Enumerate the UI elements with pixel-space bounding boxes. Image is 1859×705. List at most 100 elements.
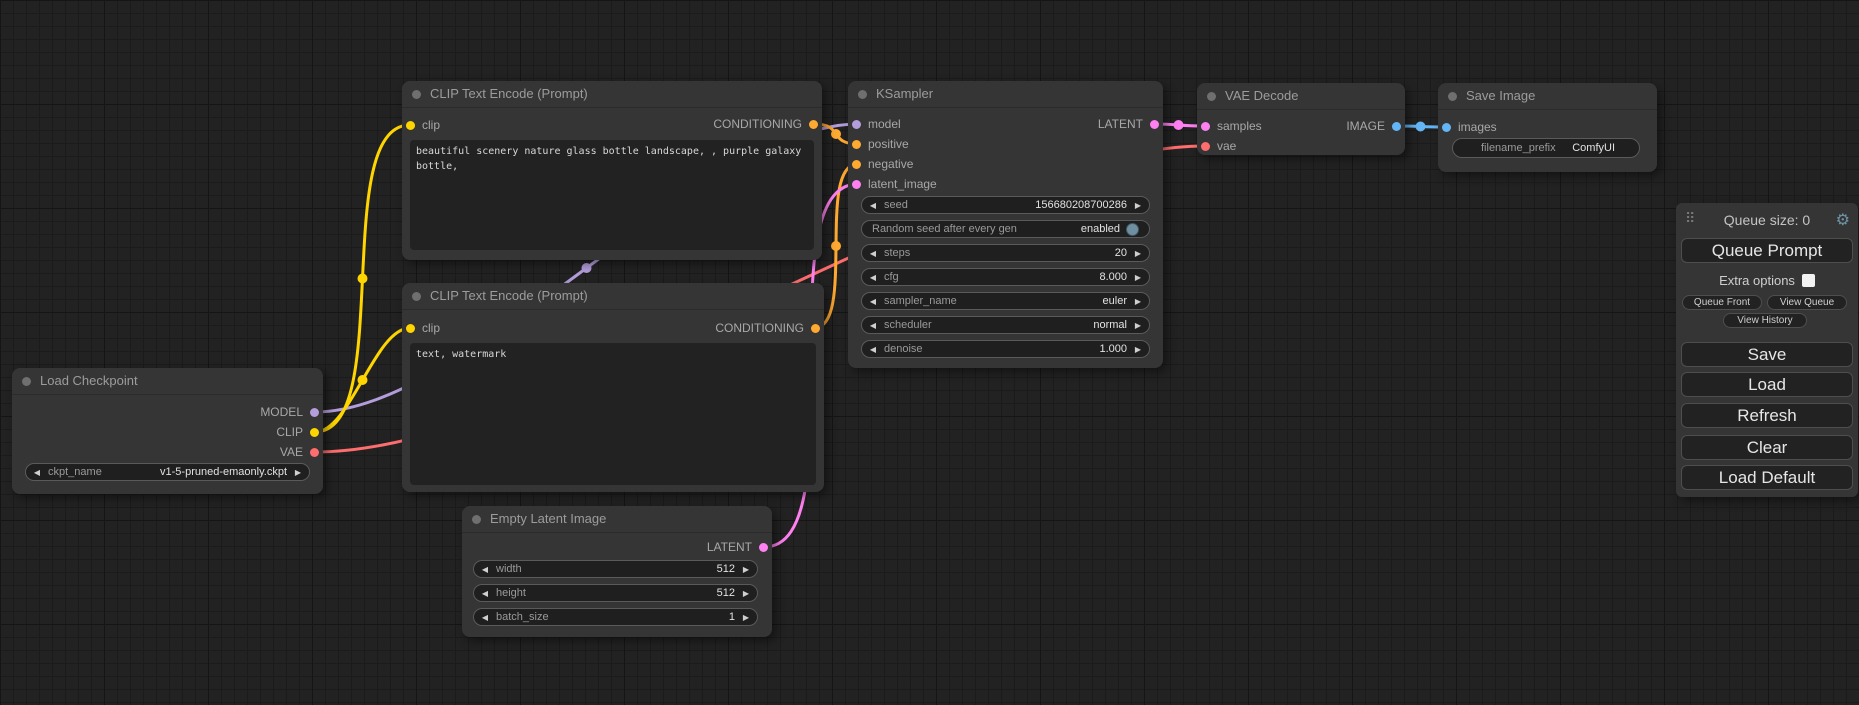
conditioning-port-icon[interactable] [852, 160, 861, 169]
input-slot-clip[interactable]: clip [402, 321, 440, 335]
sampler-name-widget[interactable]: ◀sampler_nameeuler▶ [861, 292, 1150, 310]
view-history-button[interactable]: View History [1723, 313, 1807, 328]
filename-prefix-widget[interactable]: filename_prefixComfyUI [1452, 138, 1640, 158]
queue-prompt-button[interactable]: Queue Prompt [1681, 238, 1853, 263]
input-slot-positive[interactable]: positive [848, 137, 909, 151]
increment-arrow-icon[interactable]: ▶ [1127, 273, 1149, 282]
conditioning-port-icon[interactable] [809, 120, 818, 129]
increment-arrow-icon[interactable]: ▶ [1127, 345, 1149, 354]
cfg-widget[interactable]: ◀cfg8.000▶ [861, 268, 1150, 286]
decrement-arrow-icon[interactable]: ◀ [862, 201, 884, 210]
increment-arrow-icon[interactable]: ▶ [287, 468, 309, 477]
collapse-dot-icon[interactable] [412, 90, 421, 99]
latent-port-icon[interactable] [759, 543, 768, 552]
decrement-arrow-icon[interactable]: ◀ [26, 468, 48, 477]
node-title: VAE Decode [1225, 88, 1298, 103]
positive-prompt-textarea[interactable]: beautiful scenery nature glass bottle la… [410, 140, 814, 250]
increment-arrow-icon[interactable]: ▶ [1127, 249, 1149, 258]
negative-prompt-textarea[interactable]: text, watermark [410, 343, 816, 485]
decrement-arrow-icon[interactable]: ◀ [862, 345, 884, 354]
queue-front-button[interactable]: Queue Front [1682, 295, 1762, 310]
model-port-icon[interactable] [310, 408, 319, 417]
collapse-dot-icon[interactable] [1207, 92, 1216, 101]
settings-gear-icon[interactable]: ⚙ [1836, 210, 1850, 230]
node-vae-decode[interactable]: VAE Decode samples vae IMAGE [1197, 83, 1405, 155]
conditioning-port-icon[interactable] [811, 324, 820, 333]
clear-button[interactable]: Clear [1681, 435, 1853, 460]
increment-arrow-icon[interactable]: ▶ [1127, 297, 1149, 306]
toggle-knob-icon[interactable] [1126, 223, 1139, 236]
latent-port-icon[interactable] [852, 180, 861, 189]
denoise-widget[interactable]: ◀denoise1.000▶ [861, 340, 1150, 358]
vae-port-icon[interactable] [1201, 142, 1210, 151]
collapse-dot-icon[interactable] [472, 515, 481, 524]
conditioning-port-icon[interactable] [852, 140, 861, 149]
decrement-arrow-icon[interactable]: ◀ [862, 273, 884, 282]
random-seed-toggle[interactable]: Random seed after every genenabled [861, 220, 1150, 238]
node-save-image[interactable]: Save Image images filename_prefixComfyUI [1438, 83, 1657, 172]
input-slot-images[interactable]: images [1438, 120, 1497, 134]
latent-port-icon[interactable] [1201, 122, 1210, 131]
input-slot-samples[interactable]: samples [1197, 119, 1262, 133]
input-slot-model[interactable]: model [848, 117, 901, 131]
comfyui-canvas[interactable]: { "colors": { "model": "#B39DDB", "clip"… [0, 0, 1859, 705]
node-title: CLIP Text Encode (Prompt) [430, 86, 588, 101]
increment-arrow-icon[interactable]: ▶ [735, 589, 757, 598]
ckpt-name-widget[interactable]: ◀ckpt_namev1-5-pruned-emaonly.ckpt▶ [25, 463, 310, 481]
decrement-arrow-icon[interactable]: ◀ [862, 321, 884, 330]
load-default-button[interactable]: Load Default [1681, 465, 1853, 490]
clip-port-icon[interactable] [310, 428, 319, 437]
refresh-button[interactable]: Refresh [1681, 403, 1853, 428]
clip-port-icon[interactable] [406, 121, 415, 130]
input-slot-negative[interactable]: negative [848, 157, 913, 171]
decrement-arrow-icon[interactable]: ◀ [474, 589, 496, 598]
queue-panel[interactable]: ⠿ Queue size: 0 ⚙ Queue Prompt Extra opt… [1676, 203, 1858, 497]
node-title: Save Image [1466, 88, 1535, 103]
load-button[interactable]: Load [1681, 372, 1853, 397]
node-clip-text-encode-positive[interactable]: CLIP Text Encode (Prompt) clip CONDITION… [402, 81, 822, 260]
node-load-checkpoint[interactable]: Load Checkpoint MODEL CLIP VAE ◀ckpt_nam… [12, 368, 323, 494]
node-ksampler[interactable]: KSampler model positive negative latent_… [848, 81, 1163, 368]
height-widget[interactable]: ◀height512▶ [473, 584, 758, 602]
output-slot-image[interactable]: IMAGE [1346, 119, 1405, 133]
output-slot-latent[interactable]: LATENT [707, 540, 772, 554]
input-slot-latent-image[interactable]: latent_image [848, 177, 937, 191]
save-button[interactable]: Save [1681, 342, 1853, 367]
output-slot-conditioning[interactable]: CONDITIONING [715, 321, 824, 335]
steps-widget[interactable]: ◀steps20▶ [861, 244, 1150, 262]
view-queue-button[interactable]: View Queue [1767, 295, 1847, 310]
model-port-icon[interactable] [852, 120, 861, 129]
clip-port-icon[interactable] [406, 324, 415, 333]
output-slot-clip[interactable]: CLIP [276, 425, 323, 439]
increment-arrow-icon[interactable]: ▶ [1127, 321, 1149, 330]
collapse-dot-icon[interactable] [22, 377, 31, 386]
image-port-icon[interactable] [1392, 122, 1401, 131]
output-slot-latent[interactable]: LATENT [1098, 117, 1163, 131]
increment-arrow-icon[interactable]: ▶ [735, 565, 757, 574]
output-slot-vae[interactable]: VAE [280, 445, 323, 459]
latent-port-icon[interactable] [1150, 120, 1159, 129]
batch-size-widget[interactable]: ◀batch_size1▶ [473, 608, 758, 626]
width-widget[interactable]: ◀width512▶ [473, 560, 758, 578]
latent-to-vae-decode-link-midpoint-dot [1174, 120, 1184, 130]
input-slot-vae[interactable]: vae [1197, 139, 1236, 153]
output-slot-conditioning[interactable]: CONDITIONING [713, 117, 822, 131]
decrement-arrow-icon[interactable]: ◀ [862, 297, 884, 306]
image-port-icon[interactable] [1442, 123, 1451, 132]
decrement-arrow-icon[interactable]: ◀ [474, 613, 496, 622]
decrement-arrow-icon[interactable]: ◀ [862, 249, 884, 258]
seed-widget[interactable]: ◀seed156680208700286▶ [861, 196, 1150, 214]
extra-options-checkbox[interactable] [1802, 274, 1815, 287]
node-clip-text-encode-negative[interactable]: CLIP Text Encode (Prompt) clip CONDITION… [402, 283, 824, 492]
collapse-dot-icon[interactable] [1448, 92, 1457, 101]
increment-arrow-icon[interactable]: ▶ [1127, 201, 1149, 210]
decrement-arrow-icon[interactable]: ◀ [474, 565, 496, 574]
input-slot-clip[interactable]: clip [402, 118, 440, 132]
collapse-dot-icon[interactable] [412, 292, 421, 301]
node-empty-latent-image[interactable]: Empty Latent Image LATENT ◀width512▶ ◀he… [462, 506, 772, 637]
output-slot-model[interactable]: MODEL [260, 405, 323, 419]
increment-arrow-icon[interactable]: ▶ [735, 613, 757, 622]
collapse-dot-icon[interactable] [858, 90, 867, 99]
scheduler-widget[interactable]: ◀schedulernormal▶ [861, 316, 1150, 334]
vae-port-icon[interactable] [310, 448, 319, 457]
